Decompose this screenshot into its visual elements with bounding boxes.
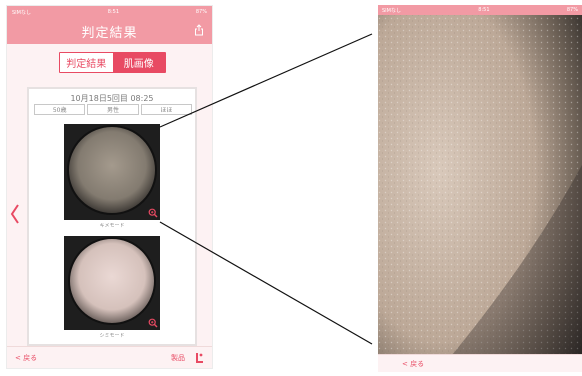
product-button[interactable]: 製品	[171, 353, 185, 363]
spot-mode-caption: シミモード	[99, 333, 125, 339]
zoomed-skin-photo	[378, 5, 582, 372]
back-button[interactable]: < 戻る	[402, 359, 424, 369]
texture-skin-photo	[64, 124, 160, 220]
comparison-figure: SIMなし 8:51 87% 判定結果 判定結果 肌画像 10月18日5回目 0…	[0, 0, 582, 376]
area-cell: ほほ	[140, 104, 192, 115]
texture-mode-caption: キメモード	[99, 223, 125, 229]
status-bar: SIMなし 8:51 87%	[378, 5, 582, 15]
gender-cell: 男性	[87, 104, 139, 115]
battery-label: 87%	[195, 9, 207, 15]
time-label: 8:51	[107, 9, 120, 15]
person-icon[interactable]	[195, 352, 204, 364]
nav-bar: 判定結果	[7, 18, 212, 44]
carrier-label: SIMなし	[12, 9, 31, 16]
time-label: 8:51	[478, 7, 490, 13]
texture-mode-image[interactable]	[64, 124, 160, 220]
page-title: 判定結果	[81, 25, 138, 41]
battery-label: 87%	[566, 7, 578, 13]
zoom-icon[interactable]	[148, 318, 158, 328]
share-icon[interactable]	[194, 24, 204, 36]
zoomed-image-screen: SIMなし 8:51 87% < 戻る	[378, 5, 582, 372]
measurement-card: 10月18日5回目 08:25 50歳 男性 ほほ キメモード シミモード	[27, 87, 197, 346]
carrier-label: SIMなし	[382, 7, 401, 14]
back-button[interactable]: < 戻る	[15, 353, 171, 363]
spot-skin-photo	[64, 236, 160, 330]
view-segment-control: 判定結果 肌画像	[59, 52, 166, 73]
measurement-datetime: 10月18日5回目 08:25	[70, 94, 154, 103]
tab-skin-image[interactable]: 肌画像	[112, 53, 165, 72]
zoom-icon[interactable]	[148, 208, 158, 218]
age-cell: 50歳	[34, 104, 86, 115]
bottom-bar: < 戻る	[378, 354, 582, 372]
spot-mode-image[interactable]	[64, 236, 160, 330]
result-screen: SIMなし 8:51 87% 判定結果 判定結果 肌画像 10月18日5回目 0…	[6, 5, 213, 369]
chevron-left-icon[interactable]	[10, 203, 20, 225]
measurement-info-row: 50歳 男性 ほほ	[34, 104, 192, 115]
tab-result[interactable]: 判定結果	[60, 53, 113, 72]
status-bar: SIMなし 8:51 87%	[7, 6, 212, 18]
bottom-bar: < 戻る 製品	[7, 346, 212, 368]
